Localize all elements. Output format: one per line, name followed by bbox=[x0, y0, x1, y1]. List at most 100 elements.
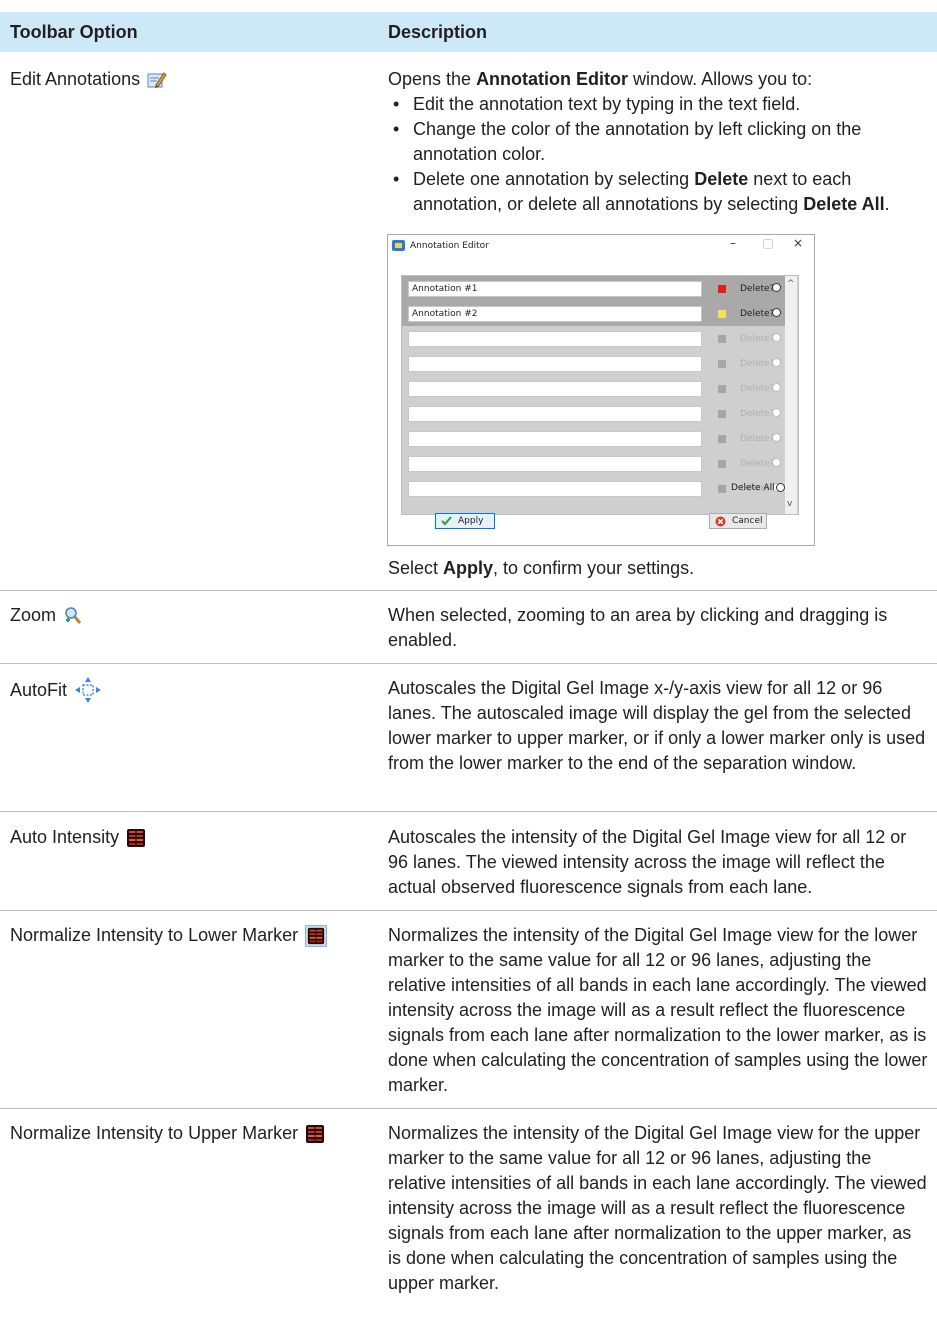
annotation-color-swatch[interactable] bbox=[718, 410, 726, 418]
option-autofit: AutoFit bbox=[10, 676, 102, 704]
scroll-down-icon[interactable]: v bbox=[787, 498, 792, 510]
delete-all-label: Delete All bbox=[731, 483, 775, 493]
annotation-color-swatch[interactable] bbox=[718, 310, 726, 318]
apply-button[interactable]: Apply bbox=[435, 513, 495, 529]
annotation-text-field[interactable]: Annotation #2 bbox=[408, 306, 702, 322]
delete-label: Delete? bbox=[740, 309, 775, 319]
delete-radio[interactable] bbox=[772, 433, 781, 442]
bullet-bold: Delete All bbox=[803, 194, 885, 214]
annotation-row: Delete? bbox=[402, 426, 786, 451]
apply-label: Apply bbox=[458, 516, 484, 526]
option-edit-annotations: Edit Annotations bbox=[10, 67, 167, 92]
annotation-text-field[interactable] bbox=[408, 456, 702, 472]
annotation-editor-dialog: Annotation Editor – □ × Annotation #1 De… bbox=[387, 234, 815, 546]
option-label: AutoFit bbox=[10, 679, 68, 700]
description-zoom: When selected, zooming to an area by cli… bbox=[388, 605, 888, 650]
dialog-title: Annotation Editor bbox=[410, 241, 489, 251]
delete-all-radio[interactable] bbox=[776, 483, 785, 492]
cancel-button[interactable]: Cancel bbox=[709, 513, 767, 529]
annotation-color-swatch[interactable] bbox=[718, 335, 726, 343]
annotation-color-swatch[interactable] bbox=[718, 460, 726, 468]
delete-label: Delete? bbox=[740, 459, 775, 469]
after-bold: Apply bbox=[443, 558, 494, 578]
annotation-text-field[interactable] bbox=[408, 406, 702, 422]
option-zoom: Zoom bbox=[10, 603, 83, 628]
cancel-label: Cancel bbox=[732, 516, 763, 526]
annotation-row: Delete? bbox=[402, 451, 786, 476]
description-auto-intensity: Autoscales the intensity of the Digital … bbox=[388, 827, 907, 897]
intro-pre: Opens the bbox=[388, 69, 477, 89]
option-auto-intensity: Auto Intensity bbox=[10, 825, 146, 850]
header-toolbar-option: Toolbar Option bbox=[10, 22, 138, 42]
delete-radio[interactable] bbox=[772, 333, 781, 342]
annotation-text-field[interactable] bbox=[408, 381, 702, 397]
delete-label: Delete? bbox=[740, 334, 775, 344]
annotation-row: Annotation #1 Delete? bbox=[402, 276, 786, 301]
maximize-button[interactable]: □ bbox=[758, 237, 778, 253]
row-divider bbox=[0, 663, 937, 664]
apply-instruction: Select Apply, to confirm your settings. bbox=[388, 556, 928, 581]
auto-intensity-icon bbox=[126, 828, 146, 848]
option-normalize-lower: Normalize Intensity to Lower Marker bbox=[10, 923, 328, 948]
row-divider bbox=[0, 1108, 937, 1109]
delete-radio[interactable] bbox=[772, 308, 781, 317]
bullet-bold: Delete bbox=[694, 169, 749, 189]
annotation-text-field[interactable] bbox=[408, 331, 702, 347]
description-normalize-lower: Normalizes the intensity of the Digital … bbox=[388, 925, 928, 1095]
intro-bold: Annotation Editor bbox=[476, 69, 629, 89]
annotation-row: Delete? bbox=[402, 351, 786, 376]
option-label: Normalize Intensity to Upper Marker bbox=[10, 1123, 299, 1143]
scroll-up-icon[interactable]: ^ bbox=[787, 278, 795, 290]
normalize-lower-icon bbox=[305, 924, 328, 947]
annotation-color-swatch[interactable] bbox=[718, 385, 726, 393]
annotation-grid: Annotation #1 Delete? Annotation #2 Dele… bbox=[401, 275, 799, 515]
annotation-text-field[interactable] bbox=[408, 431, 702, 447]
header-description: Description bbox=[388, 22, 488, 42]
minimize-button[interactable]: – bbox=[723, 237, 743, 253]
bullet-list: Edit the annotation text by typing in th… bbox=[388, 92, 928, 217]
delete-radio[interactable] bbox=[772, 408, 781, 417]
option-label: Normalize Intensity to Lower Marker bbox=[10, 925, 299, 945]
close-button[interactable]: × bbox=[788, 237, 808, 253]
bullet-text: Delete one annotation by selecting bbox=[413, 169, 695, 189]
intro-post: window. Allows you to: bbox=[628, 69, 813, 89]
row-divider bbox=[0, 590, 937, 591]
annotation-color-swatch[interactable] bbox=[718, 285, 726, 293]
option-normalize-upper: Normalize Intensity to Upper Marker bbox=[10, 1121, 325, 1146]
option-label: Auto Intensity bbox=[10, 827, 120, 847]
delete-label: Delete? bbox=[740, 284, 775, 294]
cancel-icon bbox=[715, 516, 726, 527]
row-divider bbox=[0, 910, 937, 911]
after-post: , to confirm your settings. bbox=[493, 558, 695, 578]
delete-label: Delete? bbox=[740, 409, 775, 419]
delete-radio[interactable] bbox=[772, 358, 781, 367]
app-icon bbox=[392, 240, 405, 251]
delete-radio[interactable] bbox=[772, 283, 781, 292]
delete-radio[interactable] bbox=[772, 458, 781, 467]
option-label: Zoom bbox=[10, 605, 57, 625]
delete-label: Delete? bbox=[740, 359, 775, 369]
row-divider bbox=[0, 811, 937, 812]
bullet-item: Change the color of the annotation by le… bbox=[388, 117, 928, 167]
annotation-row: Annotation #2 Delete? bbox=[402, 301, 786, 326]
annotation-text-field[interactable]: Annotation #1 bbox=[408, 281, 702, 297]
edit-annotations-icon bbox=[147, 70, 167, 90]
option-label: Edit Annotations bbox=[10, 69, 141, 89]
annotation-text-field[interactable] bbox=[408, 481, 702, 497]
annotation-color-swatch[interactable] bbox=[718, 360, 726, 368]
annotation-text-field[interactable] bbox=[408, 356, 702, 372]
after-pre: Select bbox=[388, 558, 444, 578]
autofit-icon bbox=[74, 676, 102, 704]
delete-radio[interactable] bbox=[772, 383, 781, 392]
description-normalize-upper: Normalizes the intensity of the Digital … bbox=[388, 1123, 927, 1293]
annotation-color-swatch[interactable] bbox=[718, 435, 726, 443]
delete-label: Delete? bbox=[740, 434, 775, 444]
annotation-row: Delete? bbox=[402, 476, 786, 501]
vertical-scrollbar[interactable]: ^ v bbox=[785, 276, 797, 514]
annotation-row: Delete? bbox=[402, 326, 786, 351]
delete-label: Delete? bbox=[740, 384, 775, 394]
normalize-upper-icon bbox=[305, 1124, 325, 1144]
annotation-row: Delete? bbox=[402, 401, 786, 426]
annotation-color-swatch[interactable] bbox=[718, 485, 726, 493]
bullet-text: . bbox=[884, 194, 890, 214]
